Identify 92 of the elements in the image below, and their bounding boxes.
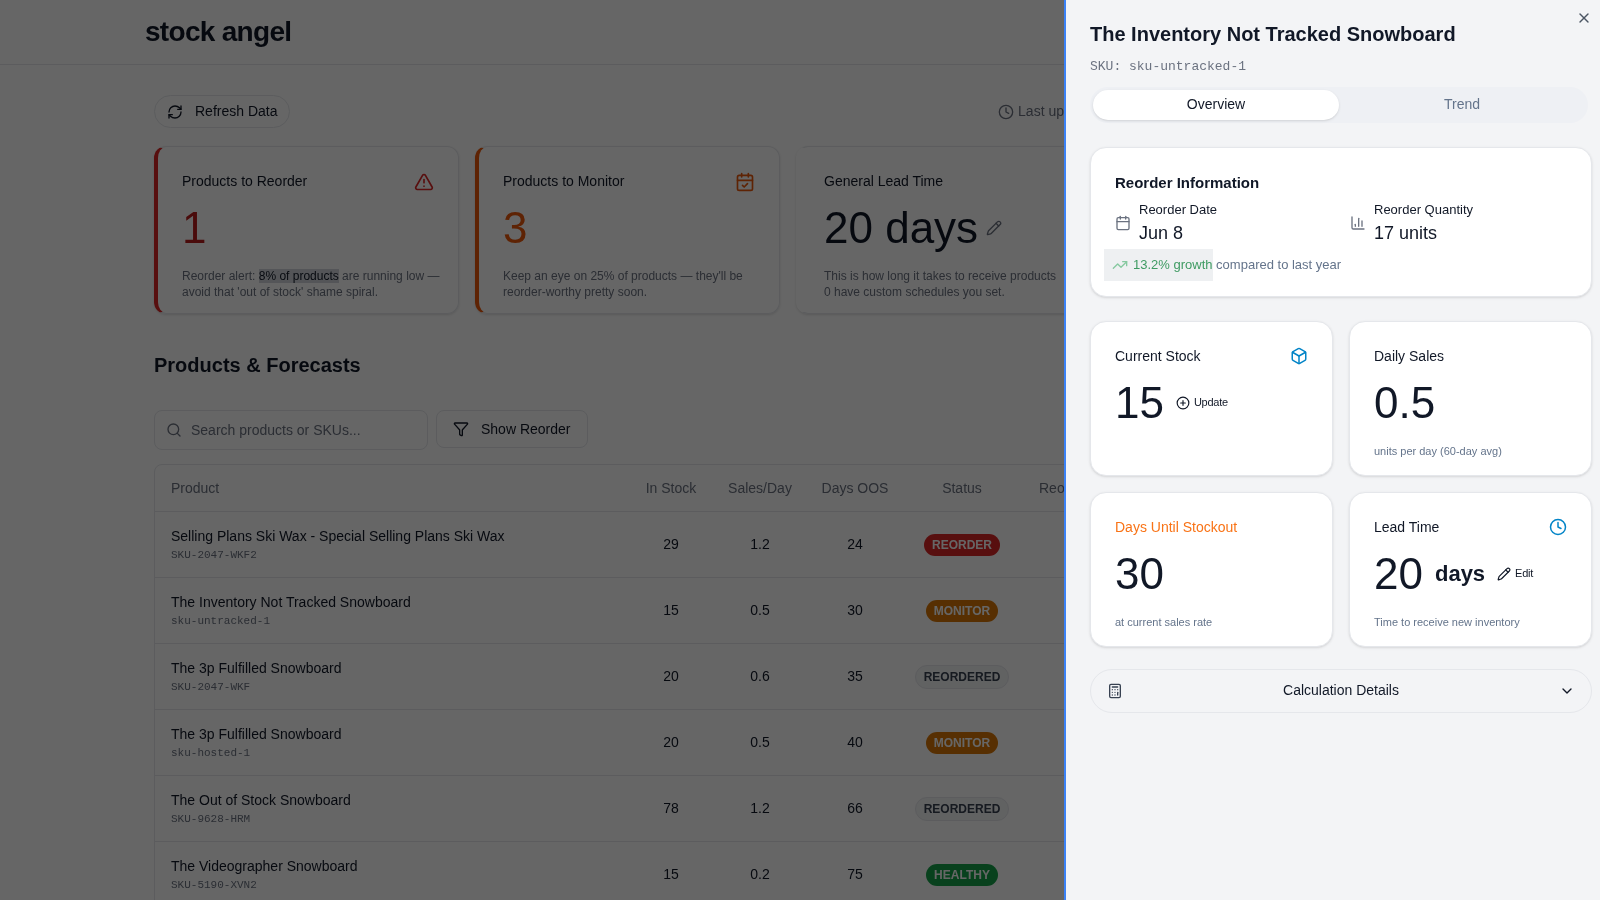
field-label: Reorder Date [1139, 201, 1218, 219]
status-badge: REORDER [924, 533, 1000, 556]
status-badge: REORDERED [914, 796, 1010, 821]
field-value: 17 units [1374, 221, 1439, 245]
product-name: The 3p Fulfilled Snowboard [171, 724, 343, 744]
table-cell-text: 20 [662, 733, 680, 752]
backdrop-overlay[interactable] [0, 0, 1064, 900]
table-cell-text: 20 [662, 667, 680, 686]
product-sku: SKU-2047-WKF2 [171, 547, 258, 563]
product-sku: sku-untracked-1 [171, 613, 272, 629]
product-name: The 3p Fulfilled Snowboard [171, 658, 343, 678]
stat-value: 0.5 [1374, 380, 1436, 425]
stat-value: 15 [1115, 380, 1164, 425]
filter-icon [453, 421, 469, 437]
stat-title: Daily Sales [1374, 346, 1445, 366]
column-header: Status [941, 478, 983, 498]
stat-note: at current sales rate [1115, 614, 1214, 630]
product-sku: SKU-5190-XVN2 [171, 877, 258, 893]
status-badge: MONITOR [925, 599, 999, 622]
product-sku: sku-hosted-1 [171, 745, 252, 761]
product-name: The Inventory Not Tracked Snowboard [171, 592, 412, 612]
card-title: Products to Reorder [182, 172, 308, 191]
section-title: Products & Forecasts [154, 353, 362, 378]
table-cell-text: 1.2 [749, 799, 771, 818]
clock-icon [1549, 518, 1567, 536]
stat-title: Days Until Stockout [1115, 517, 1238, 537]
card-value: 1 [182, 202, 207, 254]
calculator-icon [1107, 682, 1123, 699]
update-button[interactable]: Update [1175, 394, 1228, 411]
panel-title: The Inventory Not Tracked Snowboard [1090, 22, 1457, 47]
stat-value: 20 [1374, 551, 1423, 596]
table-cell-text: 15 [662, 865, 680, 884]
table-cell-text: 0.5 [749, 733, 771, 752]
calendar-icon [735, 171, 755, 192]
table-cell-text: 29 [662, 535, 680, 554]
column-header: In Stock [644, 478, 698, 498]
table-cell-text: 78 [662, 799, 680, 818]
stat-title: Lead Time [1374, 517, 1440, 537]
table-cell-text: 40 [846, 733, 864, 752]
table-cell-text: 0.5 [749, 601, 771, 620]
clock-icon [998, 103, 1015, 120]
product-name: Selling Plans Ski Wax - Special Selling Plans Ski Wax [171, 526, 506, 546]
search-field[interactable]: Search products or SKUs... [154, 410, 428, 450]
product-name: The Videographer Snowboard [171, 856, 359, 876]
growth-text: 13.2% growth compared to last year [1129, 248, 1342, 281]
table-cell-text: 66 [846, 799, 864, 818]
refresh-icon [167, 103, 183, 120]
last-updated-text: Last up [1018, 102, 1064, 121]
calendar-icon [1115, 215, 1131, 232]
field-label: Reorder Quantity [1374, 201, 1473, 219]
table-cell-text: 30 [846, 601, 864, 620]
stat-title: Current Stock [1115, 346, 1201, 366]
product-sku: SKU-2047-WKF [171, 679, 252, 695]
edit-button[interactable]: Edit [1497, 565, 1533, 582]
box-icon [1290, 347, 1308, 365]
product-name: The Out of Stock Snowboard [171, 790, 352, 810]
card-title: General Lead Time [824, 172, 944, 191]
card-value: 3 [503, 202, 528, 254]
edit-icon[interactable] [986, 220, 1003, 236]
product-sku: SKU-9628-HRM [171, 811, 252, 827]
pencil-icon [1497, 566, 1512, 581]
trend-icon [1104, 248, 1129, 281]
plus-icon [1175, 395, 1190, 410]
stat-unit: days [1434, 560, 1486, 588]
card-value: 20 days [824, 202, 979, 254]
column-header: Product [170, 478, 221, 498]
table-cell-text: 15 [662, 601, 680, 620]
bar-chart-icon [1350, 215, 1366, 232]
status-badge: HEALTHY [926, 863, 998, 886]
field-value: Jun 8 [1139, 221, 1185, 245]
stat-value: 30 [1115, 551, 1164, 596]
table-cell-text: 75 [846, 865, 864, 884]
table-cell-text: 24 [846, 535, 864, 554]
column-header: Sales/Day [727, 478, 793, 498]
card-description: Reorder alert: 8% of products are running low — avoid that 'out of stock' shame spiral. [182, 268, 441, 300]
table-cell-text: 0.2 [749, 865, 771, 884]
tab[interactable]: Overview [1093, 89, 1339, 120]
stat-note: units per day (60-day avg) [1374, 443, 1503, 459]
search-icon [166, 422, 182, 438]
table-cell-text: 1.2 [749, 535, 771, 554]
card-title: Products to Monitor [503, 172, 625, 191]
column-header: Reo [1038, 478, 1064, 498]
card-title: Reorder Information [1115, 172, 1261, 193]
tab[interactable]: Trend [1339, 89, 1585, 120]
panel-sku: SKU: sku-untracked-1 [1090, 58, 1248, 76]
status-badge: REORDERED [914, 664, 1010, 689]
table-cell-text: 35 [846, 667, 864, 686]
warning-icon [414, 171, 434, 192]
column-header: Days OOS [820, 478, 890, 498]
status-badge: MONITOR [925, 731, 999, 754]
table-cell-text: 0.6 [749, 667, 771, 686]
stat-note: Time to receive new inventory [1374, 614, 1521, 630]
